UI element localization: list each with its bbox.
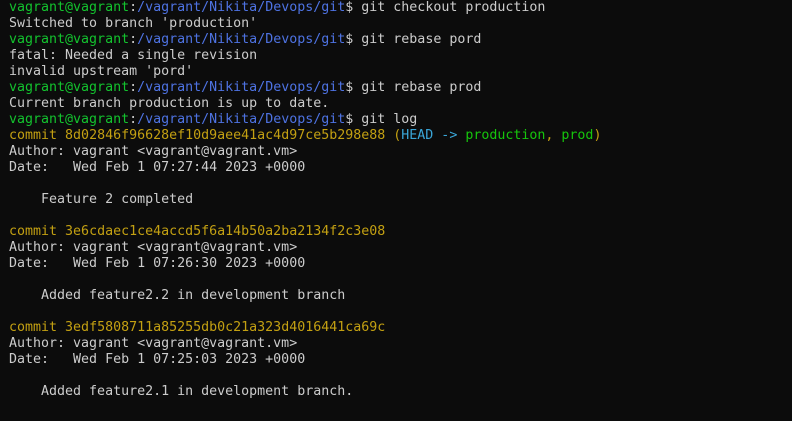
- prompt-line: vagrant@vagrant:/vagrant/Nikita/Devops/g…: [9, 0, 792, 16]
- output-line: Current branch production is up to date.: [9, 96, 330, 111]
- commit-hash: 8d02846f96628ef10d9aee41ac4d97ce5b298e88: [65, 128, 386, 143]
- commit-line: commit 3edf5808711a85255db0c21a323d40164…: [9, 320, 792, 336]
- prompt-path: /vagrant/Nikita/Devops/git: [137, 112, 346, 127]
- command-text: git rebase prod: [353, 80, 482, 95]
- head-ref: HEAD ->: [401, 128, 466, 143]
- commit-author: Author: vagrant <vagrant@vagrant.vm>: [9, 144, 298, 159]
- prompt-separator: :: [129, 112, 138, 127]
- prompt-path: /vagrant/Nikita/Devops/git: [137, 32, 346, 47]
- prompt-line: vagrant@vagrant:/vagrant/Nikita/Devops/g…: [9, 112, 792, 128]
- branch-ref-other: prod: [561, 128, 594, 143]
- commit-label: commit: [9, 320, 66, 335]
- prompt-separator: :: [129, 32, 138, 47]
- commit-date: Date: Wed Feb 1 07:25:03 2023 +0000: [9, 352, 306, 367]
- ref-comma: ,: [545, 128, 562, 143]
- branch-ref: production: [465, 128, 546, 143]
- commit-message: Added feature2.1 in development branch.: [9, 384, 354, 399]
- commit-label: commit: [9, 224, 66, 239]
- output-line: fatal: Needed a single revision: [9, 48, 258, 63]
- commit-hash: 3edf5808711a85255db0c21a323d4016441ca69c: [65, 320, 386, 335]
- command-text: git rebase pord: [353, 32, 482, 47]
- commit-hash: 3e6cdaec1ce4accd5f6a14b50a2ba2134f2c3e08: [65, 224, 386, 239]
- command-text: git log: [353, 112, 418, 127]
- commit-author: Author: vagrant <vagrant@vagrant.vm>: [9, 336, 298, 351]
- commit-message: Feature 2 completed: [9, 192, 194, 207]
- commit-line: commit 3e6cdaec1ce4accd5f6a14b50a2ba2134…: [9, 224, 792, 240]
- ref-close: ): [593, 128, 602, 143]
- output-line: Switched to branch 'production': [9, 16, 258, 31]
- prompt-path: /vagrant/Nikita/Devops/git: [137, 0, 346, 15]
- prompt-line: vagrant@vagrant:/vagrant/Nikita/Devops/g…: [9, 80, 792, 96]
- commit-line: commit 8d02846f96628ef10d9aee41ac4d97ce5…: [9, 128, 792, 144]
- prompt-separator: :: [129, 80, 138, 95]
- prompt-user: vagrant@vagrant: [9, 80, 130, 95]
- commit-label: commit: [9, 128, 66, 143]
- commit-date: Date: Wed Feb 1 07:27:44 2023 +0000: [9, 160, 306, 175]
- output-line: invalid upstream 'pord': [9, 64, 194, 79]
- commit-author: Author: vagrant <vagrant@vagrant.vm>: [9, 240, 298, 255]
- prompt-user: vagrant@vagrant: [9, 112, 130, 127]
- prompt-user: vagrant@vagrant: [9, 0, 130, 15]
- terminal-window[interactable]: vagrant@vagrant:/vagrant/Nikita/Devops/g…: [0, 0, 792, 421]
- prompt-path: /vagrant/Nikita/Devops/git: [137, 80, 346, 95]
- prompt-separator: :: [129, 0, 138, 15]
- prompt-line: vagrant@vagrant:/vagrant/Nikita/Devops/g…: [9, 32, 792, 48]
- commit-message: Added feature2.2 in development branch: [9, 288, 346, 303]
- ref-open: (: [385, 128, 402, 143]
- commit-date: Date: Wed Feb 1 07:26:30 2023 +0000: [9, 256, 306, 271]
- prompt-user: vagrant@vagrant: [9, 32, 130, 47]
- command-text: git checkout production: [353, 0, 546, 15]
